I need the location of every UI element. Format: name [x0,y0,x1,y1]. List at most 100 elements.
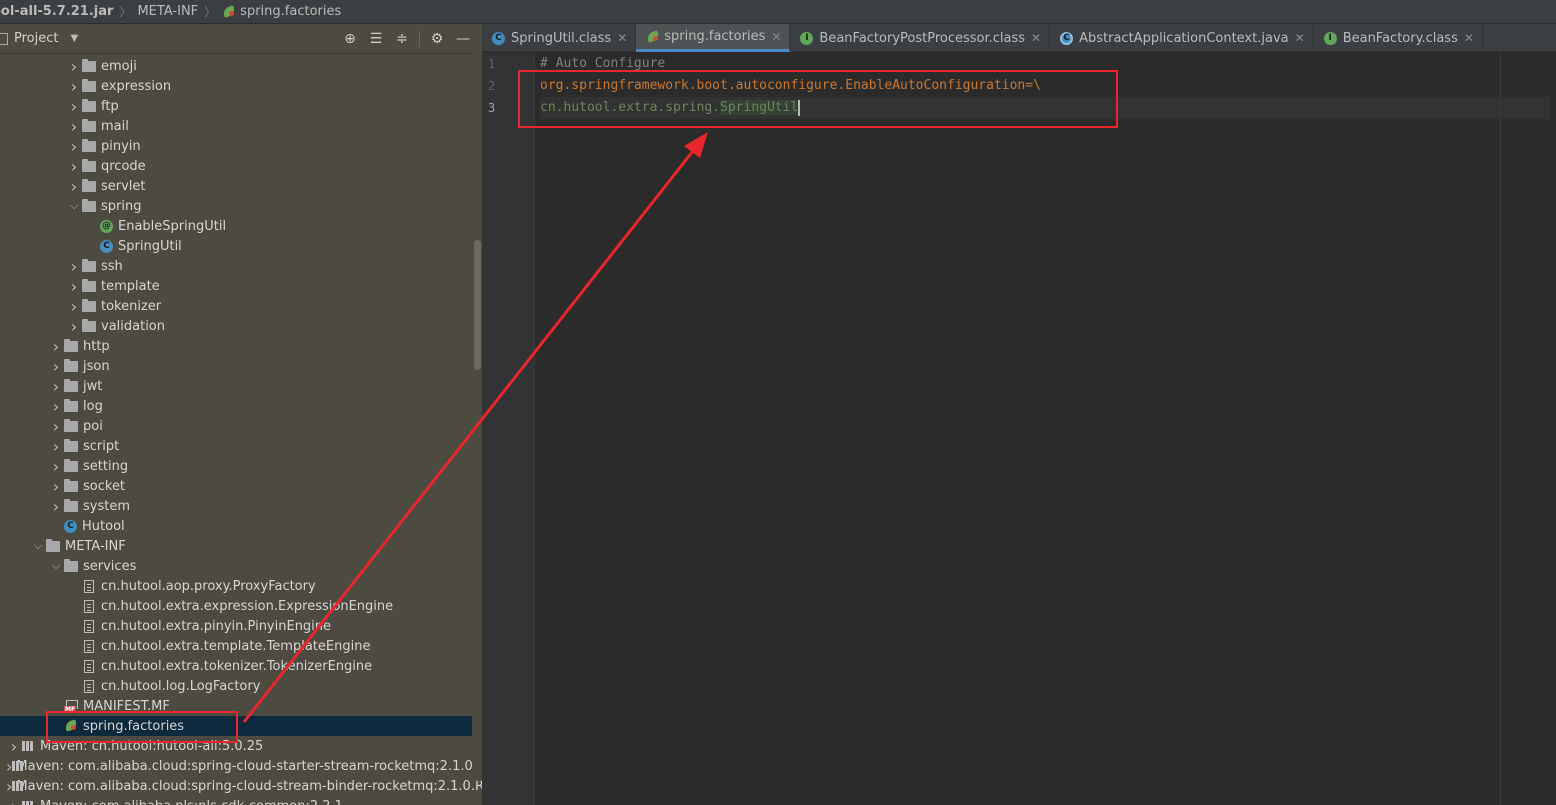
tree-row-label: pinyin [101,138,141,154]
chevron-right-icon[interactable]: › [66,117,82,136]
tree-row-label: cn.hutool.log.LogFactory [101,678,261,694]
tree-row-cn-hutool-extra-template-templateengine[interactable]: ›cn.hutool.extra.template.TemplateEngine [0,636,472,656]
folder-icon [64,378,78,392]
folder-icon [82,158,96,172]
tree-row-system[interactable]: › system [0,496,472,516]
project-icon [0,32,8,45]
chevron-right-icon[interactable]: › [66,177,82,196]
tree-row-cn-hutool-log-logfactory[interactable]: ›cn.hutool.log.LogFactory [0,676,472,696]
chevron-right-icon[interactable]: › [66,57,82,76]
close-icon[interactable]: ✕ [1464,31,1474,45]
close-icon[interactable]: ✕ [1031,31,1041,45]
tree-row-socket[interactable]: › socket [0,476,472,496]
tree-row-tokenizer[interactable]: › tokenizer [0,296,472,316]
tree-row-meta-inf[interactable]: ⌵ META-INF [0,536,472,556]
spring-leaf-icon [222,6,236,18]
tree-row-cn-hutool-extra-expression-expressionengine[interactable]: ›cn.hutool.extra.expression.ExpressionEn… [0,596,472,616]
tree-row-poi[interactable]: › poi [0,416,472,436]
chevron-down-icon[interactable]: ⌵ [66,199,82,213]
chevron-down-icon[interactable]: ⌵ [30,539,46,553]
tree-row-script[interactable]: › script [0,436,472,456]
folder-icon [64,418,78,432]
project-scrollbar-thumb[interactable] [474,240,481,370]
tree-row-hutool[interactable]: ›CHutool [0,516,472,536]
tree-row-mail[interactable]: › mail [0,116,472,136]
tree-row-qrcode[interactable]: › qrcode [0,156,472,176]
tree-row-pinyin[interactable]: › pinyin [0,136,472,156]
tab-beanfactorypostprocessor-class[interactable]: I BeanFactoryPostProcessor.class ✕ [790,24,1051,52]
tree-row-http[interactable]: › http [0,336,472,356]
tree-row-maven-com-alibaba-cloud-spring-cloud-stream-binder-rocketmq-2-1-0-rele[interactable]: › Maven: com.alibaba.cloud:spring-cloud-s… [0,776,482,796]
library-icon [22,800,36,805]
tree-row-label: http [83,338,110,354]
tree-row-validation[interactable]: › validation [0,316,472,336]
tree-row-ftp[interactable]: › ftp [0,96,472,116]
tree-row-maven-com-alibaba-nls-nls-sdk-common-2-2-1[interactable]: › Maven: com.alibaba.nls:nls-sdk-common:2… [0,796,472,805]
folder-icon [64,498,78,512]
locate-icon[interactable]: ⊕ [337,27,363,51]
code-editor[interactable]: 1 2 3 # Auto Configure org.springframewo… [482,53,1556,805]
chevron-right-icon[interactable]: › [66,297,82,316]
chevron-right-icon[interactable]: › [6,737,22,756]
folder-icon [82,58,96,72]
tree-row-cn-hutool-extra-tokenizer-tokenizerengine[interactable]: ›cn.hutool.extra.tokenizer.TokenizerEngi… [0,656,472,676]
folder-icon [82,298,96,312]
project-scrollbar-track[interactable] [473,30,482,781]
collapse-all-icon[interactable]: ≑ [389,27,415,51]
tree-row-label: log [83,398,103,414]
tree-row-log[interactable]: › log [0,396,472,416]
chevron-right-icon[interactable]: › [66,97,82,116]
chevron-right-icon[interactable]: › [48,357,64,376]
chevron-right-icon[interactable]: › [48,377,64,396]
class-icon: C [100,239,113,253]
tree-row-maven-com-alibaba-cloud-spring-cloud-starter-stream-rocketmq-2-1-0-rele[interactable]: › Maven: com.alibaba.cloud:spring-cloud-s… [0,756,482,776]
tree-row-spring[interactable]: ⌵ spring [0,196,472,216]
chevron-right-icon[interactable]: › [6,797,22,805]
tab-spring-factories[interactable]: spring.factories ✕ [636,24,791,52]
tree-row-springutil[interactable]: ›CSpringUtil [0,236,472,256]
chevron-right-icon[interactable]: › [48,477,64,496]
tree-row-cn-hutool-aop-proxy-proxyfactory[interactable]: ›cn.hutool.aop.proxy.ProxyFactory [0,576,472,596]
tree-row-cn-hutool-extra-pinyin-pinyinengine[interactable]: ›cn.hutool.extra.pinyin.PinyinEngine [0,616,472,636]
tree-row-expression[interactable]: › expression [0,76,472,96]
tree-row-servlet[interactable]: › servlet [0,176,472,196]
chevron-right-icon[interactable]: › [66,317,82,336]
tab-beanfactory-class[interactable]: I BeanFactory.class ✕ [1314,24,1483,52]
tree-row-template[interactable]: › template [0,276,472,296]
chevron-right-icon[interactable]: › [48,397,64,416]
breadcrumb-spring-factories[interactable]: spring.factories [222,4,341,19]
chevron-right-icon[interactable]: › [66,137,82,156]
chevron-right-icon[interactable]: › [66,157,82,176]
tree-row-enablespringutil[interactable]: ›@EnableSpringUtil [0,216,472,236]
tree-row-ssh[interactable]: › ssh [0,256,472,276]
tree-row-setting[interactable]: › setting [0,456,472,476]
text-file-icon [84,579,94,593]
chevron-right-icon[interactable]: › [48,337,64,356]
close-icon[interactable]: ✕ [1295,31,1305,45]
project-view-selector[interactable]: Project ▼ [0,31,78,46]
chevron-right-icon[interactable]: › [66,257,82,276]
chevron-right-icon[interactable]: › [66,277,82,296]
chevron-right-icon[interactable]: › [48,437,64,456]
close-icon[interactable]: ✕ [771,30,781,44]
chevron-down-icon[interactable]: ⌵ [48,559,64,573]
expand-all-icon[interactable]: ☰ [363,27,389,51]
chevron-right-icon[interactable]: › [48,497,64,516]
folder-icon [64,338,78,352]
tab-abstractapplicationcontext-java[interactable]: C AbstractApplicationContext.java ✕ [1050,24,1314,52]
tab-springutil-class[interactable]: C SpringUtil.class ✕ [482,24,637,52]
chevron-right-icon[interactable]: › [48,417,64,436]
tree-row-jwt[interactable]: › jwt [0,376,472,396]
tab-label: AbstractApplicationContext.java [1079,30,1289,46]
tree-row-json[interactable]: › json [0,356,472,376]
tree-row-emoji[interactable]: › emoji [0,56,472,76]
gear-icon[interactable]: ⚙ [424,27,450,51]
chevron-right-icon[interactable]: › [48,457,64,476]
chevron-right-icon[interactable]: › [66,77,82,96]
tree-row-services[interactable]: ⌵ services [0,556,472,576]
breadcrumb-meta-inf[interactable]: META-INF [137,4,198,19]
folder-icon [64,358,78,372]
close-icon[interactable]: ✕ [617,31,627,45]
breadcrumb-jar[interactable]: ool-all-5.7.21.jar [0,4,113,19]
folder-icon [64,478,78,492]
